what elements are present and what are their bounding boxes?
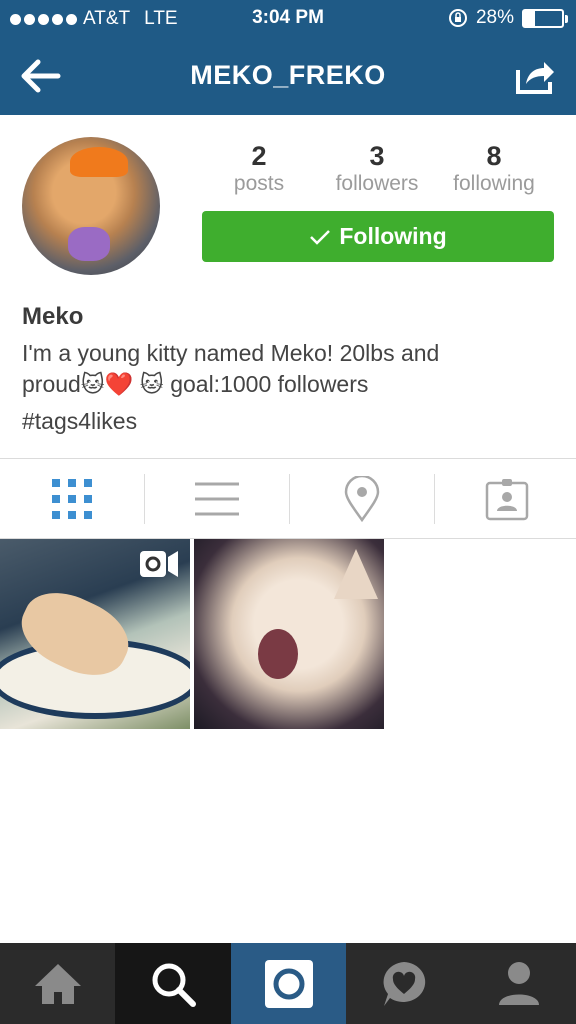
following-button-label: Following [339,223,447,249]
profile-name: Meko [22,303,84,330]
photo-mouth [258,629,298,679]
post-thumbnail-photo[interactable] [194,539,384,729]
photo-ear [334,549,378,599]
battery-percent: 28% [475,7,514,28]
page-title: MEKO_FREKO [190,60,386,90]
tab-list[interactable] [145,459,289,539]
following-label: following [453,172,535,195]
activity-icon [383,961,425,1006]
avatar-hat [70,147,128,177]
following-stat[interactable]: 8 following [435,140,553,196]
profile-stats: 2 posts 3 followers 8 following [200,140,556,200]
tagged-photos-icon [485,479,529,521]
profile-icon [498,961,539,1005]
list-view-icon [195,482,239,516]
bio-line-2: proud🐱❤️ 🐱 goal:1000 followers [22,371,369,397]
following-count: 8 [486,141,502,171]
bottom-tab-bar [0,943,576,1024]
tab-camera[interactable] [231,943,346,1024]
following-button[interactable]: Following [202,211,554,262]
video-camera-icon [140,551,178,577]
posts-count: 2 [251,141,267,171]
status-right: 28% [448,7,568,29]
post-thumbnail-video[interactable] [0,539,190,729]
bio-line-1: I'm a young kitty named Meko! 20lbs and [22,340,440,366]
avatar[interactable] [22,137,160,275]
home-icon [34,963,81,1004]
checkmark-icon [310,229,331,245]
tab-home[interactable] [0,943,115,1024]
top-bar: AT&T LTE 3:04 PM 28% MEKO_FREKO [0,0,576,115]
share-icon[interactable] [512,56,558,96]
tab-profile[interactable] [461,943,576,1024]
bio-text: I'm a young kitty named Meko! 20lbs and … [22,338,552,400]
status-bar: AT&T LTE 3:04 PM 28% [0,0,576,36]
battery-fill [524,10,535,26]
tab-location[interactable] [290,459,434,539]
followers-count: 3 [369,141,385,171]
rotation-lock-icon [448,9,467,27]
avatar-toy [68,227,110,261]
followers-stat[interactable]: 3 followers [318,140,436,196]
camera-icon [264,959,313,1008]
posts-stat[interactable]: 2 posts [200,140,318,196]
search-icon [152,963,196,1007]
tab-grid[interactable] [0,459,144,539]
bio: Meko I'm a young kitty named Meko! 20lbs… [22,300,552,437]
followers-label: followers [335,172,419,195]
battery-icon [522,8,568,28]
location-icon [344,476,380,522]
view-tabs [0,458,576,539]
grid-view-icon [52,479,92,519]
tab-activity[interactable] [346,943,461,1024]
posts-label: posts [233,172,285,195]
tab-search[interactable] [115,943,231,1024]
bio-hashtag[interactable]: #tags4likes [22,406,552,437]
nav-bar: MEKO_FREKO [0,36,576,115]
tab-tagged[interactable] [435,459,576,539]
